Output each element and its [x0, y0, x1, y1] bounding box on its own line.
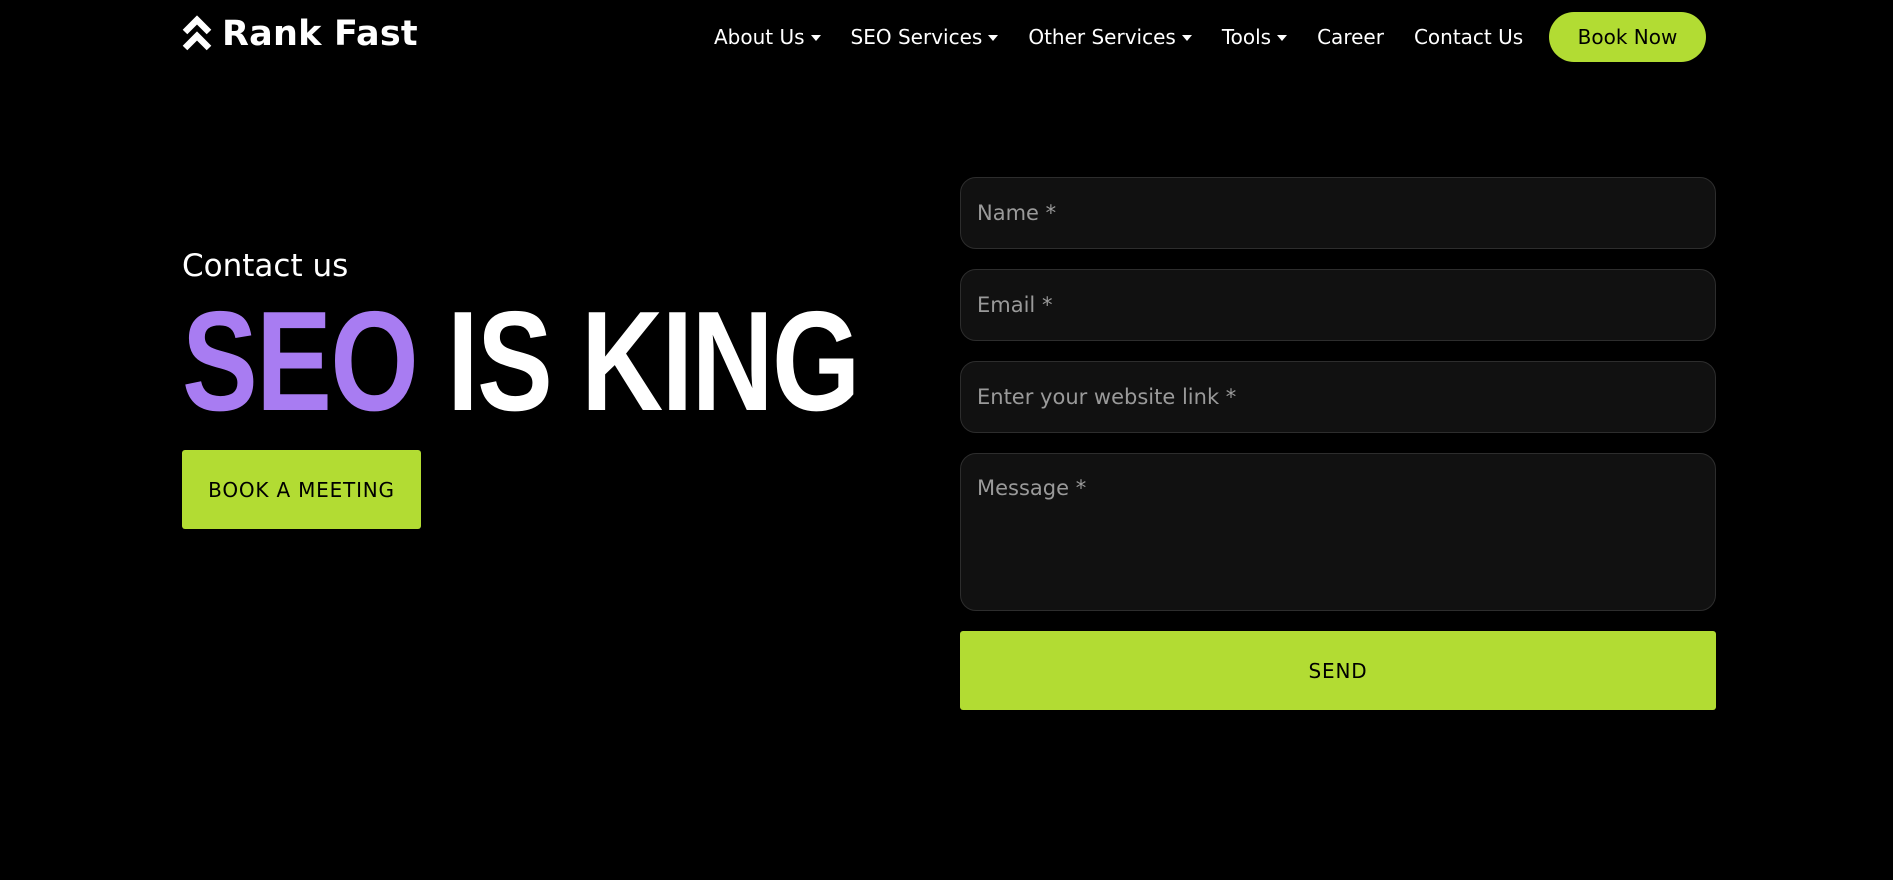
nav-item-other-services[interactable]: Other Services [1028, 25, 1192, 49]
nav-item-label: Contact Us [1413, 25, 1524, 49]
book-now-button[interactable]: Book Now [1549, 12, 1706, 62]
nav-item-label: Tools [1221, 25, 1272, 49]
name-field-wrapper [960, 177, 1716, 249]
hero-headline: SEO IS KING [182, 291, 860, 433]
nav-item-label: About Us [714, 25, 805, 49]
nav-item-seo-services[interactable]: SEO Services [851, 25, 999, 49]
headline-accent: SEO [182, 282, 419, 441]
headline-rest: IS KING [447, 282, 860, 441]
logo-text: Rank Fast [222, 14, 418, 54]
email-field-wrapper [960, 269, 1716, 341]
send-button[interactable]: SEND [960, 631, 1716, 710]
website-input[interactable] [977, 385, 1699, 409]
name-input[interactable] [977, 201, 1699, 225]
message-field-wrapper [960, 453, 1716, 611]
nav-item-career[interactable]: Career [1317, 25, 1384, 49]
site-logo[interactable]: Rank Fast [182, 14, 418, 54]
caret-down-icon [1277, 35, 1288, 41]
nav-item-label: Other Services [1028, 25, 1176, 49]
website-field-wrapper [960, 361, 1716, 433]
nav-item-label: Career [1317, 25, 1384, 49]
double-chevron-up-icon [182, 15, 212, 51]
nav-item-label: SEO Services [850, 25, 983, 49]
caret-down-icon [988, 35, 999, 41]
message-textarea[interactable] [977, 476, 1699, 572]
page: Rank Fast About Us SEO Services Other Se… [0, 0, 1893, 880]
main-nav: About Us SEO Services Other Services Too… [714, 12, 1553, 62]
nav-item-contact-us[interactable]: Contact Us [1414, 25, 1523, 49]
nav-item-tools[interactable]: Tools [1221, 25, 1288, 49]
book-meeting-button[interactable]: BOOK A MEETING [182, 450, 421, 529]
caret-down-icon [810, 35, 821, 41]
contact-form: SEND [960, 177, 1716, 710]
caret-down-icon [1181, 35, 1192, 41]
email-input[interactable] [977, 293, 1699, 317]
nav-item-about-us[interactable]: About Us [714, 25, 821, 49]
section-eyebrow: Contact us [182, 248, 349, 284]
